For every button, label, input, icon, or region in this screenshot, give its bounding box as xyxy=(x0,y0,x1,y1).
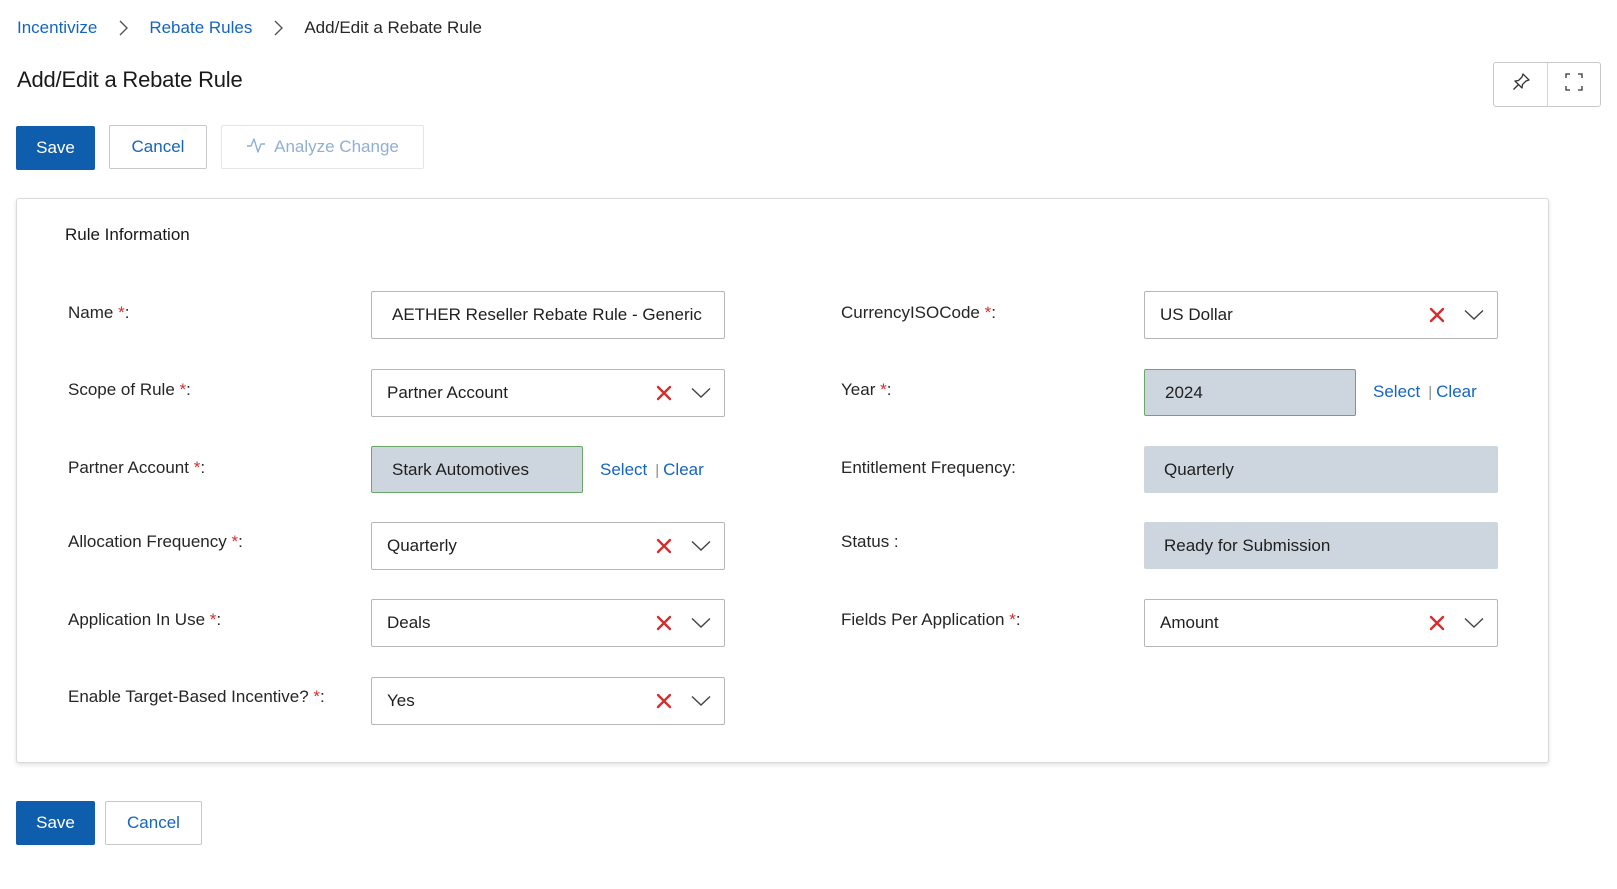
breadcrumb-link-incentivize[interactable]: Incentivize xyxy=(17,18,97,38)
partner-account-lookup[interactable]: Stark Automotives xyxy=(371,446,583,493)
close-icon[interactable] xyxy=(1423,615,1451,631)
target-based-select[interactable]: Yes xyxy=(371,677,725,725)
close-icon[interactable] xyxy=(650,385,678,401)
chevron-down-icon[interactable] xyxy=(678,617,724,629)
allocation-frequency-label: Allocation Frequency *: xyxy=(68,532,243,551)
name-label: Name *: xyxy=(68,303,130,322)
cancel-button-bottom[interactable]: Cancel xyxy=(105,801,202,845)
partner-account-select-link[interactable]: Select xyxy=(600,460,647,480)
year-lookup[interactable]: 2024 xyxy=(1144,369,1356,416)
pulse-icon xyxy=(246,136,266,159)
breadcrumb-link-rebate-rules[interactable]: Rebate Rules xyxy=(149,18,252,38)
currency-label: CurrencyISOCode *: xyxy=(841,303,996,322)
application-in-use-label: Application In Use *: xyxy=(68,610,222,629)
entitlement-frequency-label: Entitlement Frequency: xyxy=(841,458,1016,477)
close-icon[interactable] xyxy=(650,615,678,631)
divider: | xyxy=(655,461,660,479)
close-icon[interactable] xyxy=(1423,307,1451,323)
application-in-use-select[interactable]: Deals xyxy=(371,599,725,647)
target-based-label: Enable Target-Based Incentive? *: xyxy=(68,687,325,706)
fields-per-application-label: Fields Per Application *: xyxy=(841,610,1021,629)
scope-label: Scope of Rule *: xyxy=(68,380,191,399)
currency-select[interactable]: US Dollar xyxy=(1144,291,1498,339)
name-input[interactable]: AETHER Reseller Rebate Rule - Generic xyxy=(371,291,725,339)
expand-icon xyxy=(1563,71,1585,98)
section-title: Rule Information xyxy=(65,225,190,244)
breadcrumb: Incentivize Rebate Rules Add/Edit a Reba… xyxy=(17,18,482,38)
year-actions: Select | Clear xyxy=(1373,382,1477,402)
save-button[interactable]: Save xyxy=(16,126,95,170)
partner-account-actions: Select | Clear xyxy=(600,460,704,480)
status-field: Ready for Submission xyxy=(1144,522,1498,569)
cancel-button[interactable]: Cancel xyxy=(109,125,207,169)
analyze-change-label: Analyze Change xyxy=(274,137,399,156)
year-clear-link[interactable]: Clear xyxy=(1436,382,1477,402)
fields-per-application-select[interactable]: Amount xyxy=(1144,599,1498,647)
chevron-right-icon xyxy=(97,19,149,37)
rule-information-card: Rule Information Name *: Scope of Rule *… xyxy=(16,198,1549,763)
chevron-down-icon[interactable] xyxy=(678,387,724,399)
expand-button[interactable] xyxy=(1547,63,1600,106)
save-button-bottom[interactable]: Save xyxy=(16,801,95,845)
entitlement-frequency-field: Quarterly xyxy=(1144,446,1498,493)
year-label: Year *: xyxy=(841,380,892,399)
analyze-change-button[interactable]: Analyze Change xyxy=(221,125,424,169)
chevron-down-icon[interactable] xyxy=(678,695,724,707)
chevron-down-icon[interactable] xyxy=(1451,617,1497,629)
status-label: Status : xyxy=(841,532,899,551)
partner-account-clear-link[interactable]: Clear xyxy=(663,460,704,480)
page-title: Add/Edit a Rebate Rule xyxy=(17,67,243,92)
close-icon[interactable] xyxy=(650,538,678,554)
partner-account-label: Partner Account *: xyxy=(68,458,206,477)
year-select-link[interactable]: Select xyxy=(1373,382,1420,402)
breadcrumb-current: Add/Edit a Rebate Rule xyxy=(304,18,483,37)
pin-icon xyxy=(1510,71,1532,98)
close-icon[interactable] xyxy=(650,693,678,709)
pin-button[interactable] xyxy=(1494,63,1547,106)
scope-select[interactable]: Partner Account xyxy=(371,369,725,417)
chevron-right-icon xyxy=(252,19,304,37)
chevron-down-icon[interactable] xyxy=(678,540,724,552)
page-tools xyxy=(1493,62,1601,107)
divider: | xyxy=(1428,383,1433,401)
allocation-frequency-select[interactable]: Quarterly xyxy=(371,522,725,570)
chevron-down-icon[interactable] xyxy=(1451,309,1497,321)
